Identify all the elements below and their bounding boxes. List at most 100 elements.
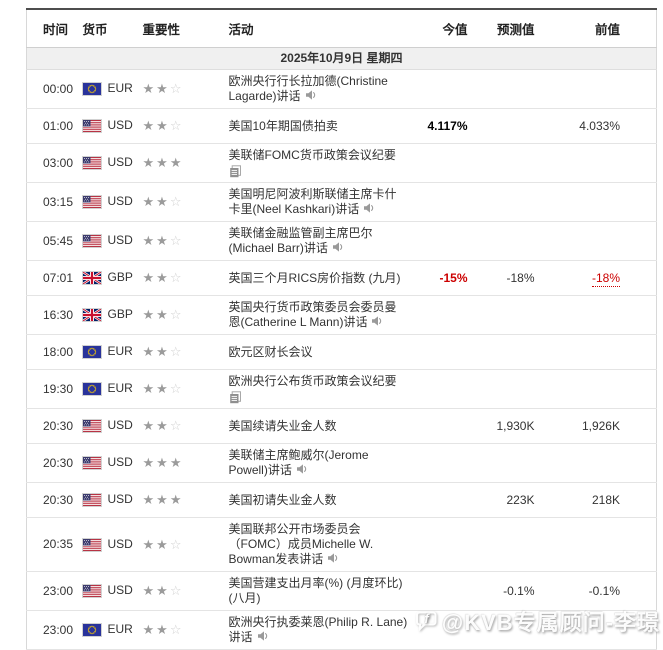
event-row[interactable]: 20:30 USD ★★★ 美国初请失业金人数 223K 218K <box>26 482 657 518</box>
event-row[interactable]: 16:30 GBP ★★☆ 英国央行货币政策委员会委员曼恩(Catherine … <box>26 295 657 335</box>
importance-rating: ★★☆ <box>142 571 205 611</box>
previous-value <box>534 295 657 335</box>
importance-rating: ★★☆ <box>142 221 205 261</box>
actual-value <box>413 221 468 261</box>
speaker-icon[interactable] <box>332 241 345 253</box>
currency-code: USD <box>107 536 133 551</box>
currency-flag-icon <box>81 419 102 433</box>
speaker-icon[interactable] <box>305 89 318 101</box>
event-row[interactable]: 18:00 EUR ★★☆ 欧元区财长会议 <box>26 334 657 370</box>
actual-value <box>413 182 468 222</box>
star-empty-icon: ☆ <box>169 418 184 433</box>
speaker-icon[interactable] <box>327 552 340 564</box>
star-empty-icon: ☆ <box>169 118 184 133</box>
speaker-icon[interactable] <box>371 315 384 327</box>
event-row[interactable]: 23:00 EUR ★★☆ 欧洲央行执委莱恩(Philip R. Lane)讲话 <box>26 610 657 650</box>
event-row[interactable]: 03:15 USD ★★☆ 美国明尼阿波利斯联储主席卡什卡里(Neel Kash… <box>26 182 657 222</box>
event-title: 欧洲央行行长拉加德(Christine Lagarde)讲话 <box>204 69 414 109</box>
importance-rating: ★★☆ <box>142 517 205 572</box>
forecast-value <box>467 143 535 183</box>
event-row[interactable]: 03:00 USD ★★★ 美联储FOMC货币政策会议纪要 <box>26 143 657 183</box>
event-title: 美国初请失业金人数 <box>204 482 414 518</box>
actual-value <box>413 369 468 409</box>
previous-value: -18% <box>534 260 657 296</box>
star-filled-icon: ★ <box>156 118 170 133</box>
currency-code: EUR <box>107 381 133 395</box>
event-row[interactable]: 19:30 EUR ★★☆ 欧洲央行公布货币政策会议纪要 <box>26 369 657 409</box>
event-time: 19:30 <box>26 369 83 409</box>
column-header-forecast: 预测值 <box>467 9 535 48</box>
event-time: 03:00 <box>26 143 83 183</box>
event-title-text: 欧洲央行执委莱恩(Philip R. Lane)讲话 <box>228 615 408 644</box>
star-filled-icon: ★ <box>169 155 184 170</box>
currency-code: EUR <box>107 81 133 95</box>
currency-flag-icon <box>81 345 102 359</box>
actual-value <box>413 295 468 335</box>
event-time: 18:00 <box>26 334 83 370</box>
event-title-text: 欧洲央行公布货币政策会议纪要 <box>228 374 397 388</box>
event-row[interactable]: 05:45 USD ★★☆ 美联储金融监管副主席巴尔(Michael Barr)… <box>26 221 657 261</box>
previous-value <box>534 369 657 409</box>
forecast-value <box>467 334 535 370</box>
actual-value <box>413 143 468 183</box>
speaker-icon[interactable] <box>257 630 270 642</box>
event-row[interactable]: 23:00 USD ★★☆ 美国营建支出月率(%) (月度环比) (八月) -0… <box>26 571 657 611</box>
event-title: 欧元区财长会议 <box>204 334 414 370</box>
actual-value <box>413 443 468 483</box>
event-row[interactable]: 00:00 EUR ★★☆ 欧洲央行行长拉加德(Christine Lagard… <box>26 69 657 109</box>
event-title: 美国续请失业金人数 <box>204 408 414 444</box>
actual-value <box>413 517 468 572</box>
importance-rating: ★★☆ <box>142 260 205 296</box>
importance-rating: ★★☆ <box>142 408 205 444</box>
currency-code: USD <box>107 194 133 208</box>
event-row[interactable]: 20:30 USD ★★★ 美联储主席鲍威尔(Jerome Powell)讲话 <box>26 443 657 483</box>
event-time: 01:00 <box>26 108 83 144</box>
event-currency: USD <box>81 143 143 183</box>
event-title: 美国营建支出月率(%) (月度环比) (八月) <box>204 571 414 611</box>
previous-value: 4.033% <box>534 108 657 144</box>
event-title-text: 英国央行货币政策委员会委员曼恩(Catherine L Mann)讲话 <box>228 300 397 329</box>
speaker-icon[interactable] <box>363 202 376 214</box>
event-title: 美联储金融监管副主席巴尔(Michael Barr)讲话 <box>204 221 414 261</box>
previous-value: -0.1% <box>534 571 657 611</box>
date-separator-row: 2025年10月9日 星期四 <box>26 47 657 70</box>
event-row[interactable]: 01:00 USD ★★☆ 美国10年期国债拍卖 4.117% 4.033% <box>26 108 657 144</box>
event-currency: EUR <box>81 369 143 409</box>
column-header-previous: 前值 <box>534 9 657 48</box>
speaker-icon[interactable] <box>296 463 309 475</box>
event-row[interactable]: 20:35 USD ★★☆ 美国联邦公开市场委员会（FOMC）成员Michell… <box>26 517 657 572</box>
event-title-text: 美国续请失业金人数 <box>228 418 337 433</box>
star-filled-icon: ★ <box>156 381 170 396</box>
importance-rating: ★★★ <box>142 482 205 518</box>
event-title: 英国央行货币政策委员会委员曼恩(Catherine L Mann)讲话 <box>204 295 414 335</box>
star-filled-icon: ★ <box>142 381 157 396</box>
event-currency: USD <box>81 108 143 144</box>
star-empty-icon: ☆ <box>169 583 184 598</box>
currency-flag-icon <box>81 456 102 470</box>
event-currency: USD <box>81 408 143 444</box>
star-filled-icon: ★ <box>156 418 170 433</box>
star-filled-icon: ★ <box>142 583 157 598</box>
event-row[interactable]: 20:30 USD ★★☆ 美国续请失业金人数 1,930K 1,926K <box>26 408 657 444</box>
event-time: 20:35 <box>26 517 83 572</box>
event-currency: USD <box>81 571 143 611</box>
event-currency: USD <box>81 221 143 261</box>
previous-value <box>534 610 657 650</box>
document-icon[interactable] <box>229 165 408 178</box>
star-filled-icon: ★ <box>142 536 157 552</box>
currency-flag-icon <box>81 234 102 248</box>
event-row[interactable]: 07:01 GBP ★★☆ 英国三个月RICS房价指数 (九月) -15% -1… <box>26 260 657 296</box>
document-icon[interactable] <box>229 391 408 404</box>
currency-code: USD <box>107 155 133 169</box>
event-title-text: 美国10年期国债拍卖 <box>228 118 338 133</box>
currency-code: GBP <box>107 270 133 284</box>
event-time: 23:00 <box>26 610 83 650</box>
star-empty-icon: ☆ <box>169 536 184 552</box>
economic-calendar-table: 时间 货币 重要性 活动 今值 预测值 前值 2025年10月9日 星期四 00… <box>26 8 657 650</box>
currency-code: USD <box>107 118 133 132</box>
actual-value <box>413 571 468 611</box>
event-title-text: 欧洲央行行长拉加德(Christine Lagarde)讲话 <box>228 74 388 103</box>
star-filled-icon: ★ <box>169 455 184 470</box>
star-filled-icon: ★ <box>142 194 157 209</box>
event-title: 美国明尼阿波利斯联储主席卡什卡里(Neel Kashkari)讲话 <box>204 182 414 222</box>
